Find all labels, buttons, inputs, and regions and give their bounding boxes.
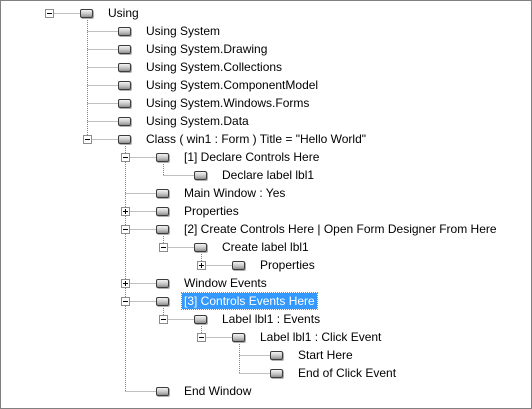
tree-node-using-system-data[interactable]: Using System.Data <box>118 112 251 130</box>
collapse-toggle-icon[interactable] <box>45 9 54 18</box>
node-label[interactable]: Properties <box>258 257 317 273</box>
tree-node-start-here[interactable]: Start Here <box>270 346 355 364</box>
node-icon <box>156 152 169 162</box>
node-label[interactable]: Using <box>106 5 141 21</box>
collapse-toggle-icon[interactable] <box>121 297 130 306</box>
node-icon <box>118 26 131 36</box>
node-label[interactable]: Using System.Windows.Forms <box>144 95 311 111</box>
node-icon <box>118 116 131 126</box>
node-label[interactable]: Using System.Collections <box>144 59 284 75</box>
node-label[interactable]: Class ( win1 : Form ) Title = "Hello Wor… <box>144 131 368 147</box>
tree-node-using-system-windows-forms[interactable]: Using System.Windows.Forms <box>118 94 311 112</box>
node-icon <box>270 368 283 378</box>
node-label[interactable]: Start Here <box>296 347 355 363</box>
tree-node-window-events[interactable]: Window Events <box>156 274 269 292</box>
tree-node-label-lbl1-events[interactable]: Label lbl1 : Events <box>194 310 322 328</box>
node-icon <box>156 188 169 198</box>
node-label[interactable]: Declare label lbl1 <box>220 167 316 183</box>
node-icon <box>156 206 169 216</box>
node-label[interactable]: Window Events <box>182 275 269 291</box>
node-label[interactable]: Label lbl1 : Click Event <box>258 329 383 345</box>
node-label[interactable]: Using System.Data <box>144 113 251 129</box>
node-icon <box>270 350 283 360</box>
expand-toggle-icon[interactable] <box>121 279 130 288</box>
node-label[interactable]: Label lbl1 : Events <box>220 311 322 327</box>
node-icon <box>80 8 93 18</box>
tree-node-create-controls[interactable]: [2] Create Controls Here | Open Form Des… <box>156 220 499 238</box>
node-icon <box>156 296 169 306</box>
collapse-toggle-icon[interactable] <box>121 225 130 234</box>
collapse-toggle-icon[interactable] <box>83 135 92 144</box>
collapse-toggle-icon[interactable] <box>197 333 206 342</box>
node-label[interactable]: Properties <box>182 203 241 219</box>
node-icon <box>118 134 131 144</box>
node-label[interactable]: [2] Create Controls Here | Open Form Des… <box>182 221 499 237</box>
node-icon <box>232 332 245 342</box>
tree-node-create-label-lbl1[interactable]: Create label lbl1 <box>194 238 311 256</box>
node-icon <box>156 278 169 288</box>
node-icon <box>194 242 207 252</box>
tree-node-using-system-componentmodel[interactable]: Using System.ComponentModel <box>118 76 320 94</box>
node-label[interactable]: Main Window : Yes <box>182 185 287 201</box>
node-label[interactable]: End Window <box>182 383 253 399</box>
tree-node-end-window[interactable]: End Window <box>156 382 253 400</box>
tree-node-using-system[interactable]: Using System <box>118 22 222 40</box>
node-icon <box>194 314 207 324</box>
node-icon <box>156 386 169 396</box>
node-label[interactable]: Using System.Drawing <box>144 41 269 57</box>
node-label[interactable]: End of Click Event <box>296 365 398 381</box>
tree-node-using-system-collections[interactable]: Using System.Collections <box>118 58 284 76</box>
tree-node-declare-controls[interactable]: [1] Declare Controls Here <box>156 148 321 166</box>
node-icon <box>118 98 131 108</box>
tree-node-class-win1[interactable]: Class ( win1 : Form ) Title = "Hello Wor… <box>118 130 368 148</box>
tree-node-using[interactable]: Using <box>80 4 141 22</box>
node-label[interactable]: [3] Controls Events Here <box>181 292 318 310</box>
node-label[interactable]: Using System <box>144 23 222 39</box>
tree-node-declare-label-lbl1[interactable]: Declare label lbl1 <box>194 166 316 184</box>
node-label[interactable]: [1] Declare Controls Here <box>182 149 321 165</box>
node-icon <box>194 170 207 180</box>
tree-node-class-properties[interactable]: Properties <box>156 202 241 220</box>
expand-toggle-icon[interactable] <box>121 207 130 216</box>
tree-node-label-lbl1-click-event[interactable]: Label lbl1 : Click Event <box>232 328 383 346</box>
tree-node-main-window[interactable]: Main Window : Yes <box>156 184 287 202</box>
collapse-toggle-icon[interactable] <box>159 243 168 252</box>
tree-node-end-of-click-event[interactable]: End of Click Event <box>270 364 398 382</box>
expand-toggle-icon[interactable] <box>197 261 206 270</box>
tree-node-using-system-drawing[interactable]: Using System.Drawing <box>118 40 269 58</box>
tree-view[interactable]: Using Using System Using System.Drawing … <box>0 0 532 409</box>
collapse-toggle-icon[interactable] <box>159 315 168 324</box>
collapse-toggle-icon[interactable] <box>121 153 130 162</box>
node-icon <box>232 260 245 270</box>
tree-node-controls-events[interactable]: [3] Controls Events Here <box>156 292 318 310</box>
node-label[interactable]: Using System.ComponentModel <box>144 77 320 93</box>
node-icon <box>156 224 169 234</box>
node-icon <box>118 44 131 54</box>
node-icon <box>118 62 131 72</box>
tree-node-label-properties[interactable]: Properties <box>232 256 317 274</box>
node-icon <box>118 80 131 90</box>
node-label[interactable]: Create label lbl1 <box>220 239 311 255</box>
